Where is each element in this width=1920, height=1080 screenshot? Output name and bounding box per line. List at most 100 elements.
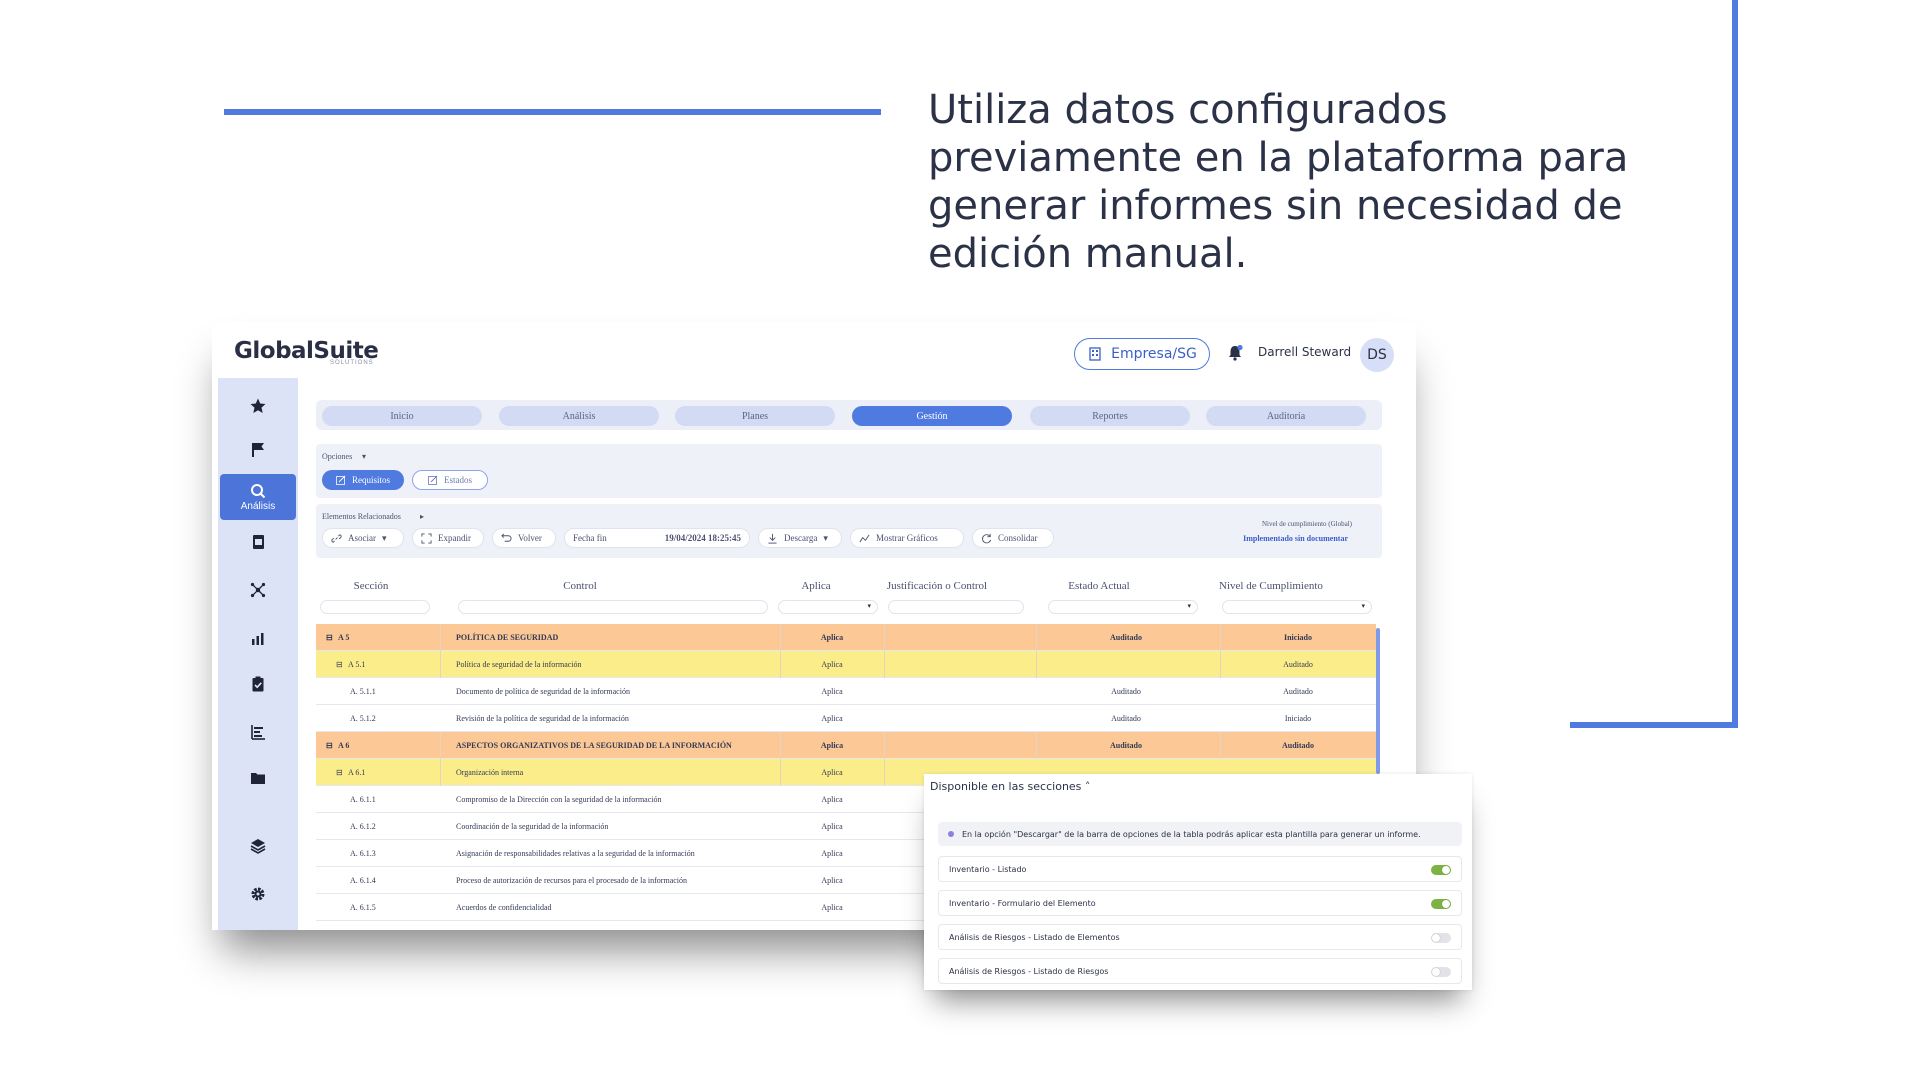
- toggle-switch[interactable]: [1431, 899, 1451, 909]
- tab-planes[interactable]: Planes: [675, 406, 835, 426]
- column-divider: [440, 624, 441, 651]
- tab-gestion[interactable]: Gestión: [852, 406, 1012, 426]
- requisitos-button[interactable]: Requisitos: [322, 470, 404, 490]
- fecha-fin-field[interactable]: Fecha fin 19/04/2024 18:25:45: [564, 528, 750, 548]
- section-item-inventario-listado: Inventario - Listado: [938, 856, 1462, 882]
- column-header-seccion[interactable]: Sección: [316, 580, 426, 592]
- sidebar-item-network[interactable]: [220, 570, 296, 610]
- sidebar-item-layers[interactable]: [220, 826, 296, 866]
- sidebar-item-documents[interactable]: [220, 522, 296, 562]
- cell-control: Revisión de la política de seguridad de …: [456, 714, 629, 723]
- descarga-button[interactable]: Descarga ▾: [758, 528, 842, 548]
- cell-seccion: A. 5.1.2: [350, 714, 376, 723]
- table-row[interactable]: A. 5.1.1 Documento de política de seguri…: [316, 678, 1376, 705]
- cell-control: Asignación de responsabilidades relativa…: [456, 849, 695, 858]
- decorative-line-left: [224, 109, 881, 115]
- filter-justificacion[interactable]: [888, 600, 1024, 614]
- table-row[interactable]: A. 5.1.2 Revisión de la política de segu…: [316, 705, 1376, 732]
- section-item-inventario-formulario: Inventario - Formulario del Elemento: [938, 890, 1462, 916]
- cell-aplica: Aplica: [820, 633, 844, 642]
- decorative-frame-vertical: [1732, 0, 1738, 728]
- popup-title[interactable]: Disponible en las secciones ˄: [930, 780, 1090, 793]
- consolidar-button[interactable]: Consolidar: [972, 528, 1054, 548]
- cell-seccion: A 5: [338, 633, 350, 642]
- cell-seccion: A. 6.1.1: [350, 795, 376, 804]
- column-header-control[interactable]: Control: [430, 580, 730, 592]
- table-scrollbar[interactable]: [1376, 628, 1380, 774]
- sidebar-item-settings[interactable]: [220, 874, 296, 914]
- cell-aplica: Aplica: [821, 822, 843, 831]
- volver-button[interactable]: Volver: [492, 528, 556, 548]
- module-tabs: Inicio Análisis Planes Gestión Reportes …: [316, 400, 1382, 430]
- sidebar: Análisis: [218, 378, 298, 930]
- tab-inicio[interactable]: Inicio: [322, 406, 482, 426]
- cell-aplica: Aplica: [821, 903, 843, 912]
- estados-button[interactable]: Estados: [412, 470, 488, 490]
- user-name[interactable]: Darrell Steward: [1258, 345, 1351, 359]
- filter-control[interactable]: [458, 600, 768, 614]
- sidebar-item-favorites[interactable]: [220, 386, 296, 426]
- section-item-label: Inventario - Listado: [949, 864, 1027, 874]
- column-header-justificacion[interactable]: Justificación o Control: [872, 580, 1002, 592]
- expand-toggle-icon[interactable]: ⊟: [336, 651, 343, 678]
- flag-icon: [252, 443, 264, 457]
- refresh-icon: [982, 533, 992, 543]
- filter-nivel-cumplimiento[interactable]: ▾: [1222, 600, 1372, 614]
- expand-toggle-icon[interactable]: ⊟: [326, 624, 333, 651]
- filter-aplica[interactable]: ▾: [778, 600, 878, 614]
- expandir-button[interactable]: Expandir: [412, 528, 484, 548]
- column-divider: [884, 759, 885, 786]
- sidebar-item-charts[interactable]: [220, 618, 296, 658]
- edit-icon: [428, 475, 438, 485]
- tab-reportes[interactable]: Reportes: [1030, 406, 1190, 426]
- column-header-estado-actual[interactable]: Estado Actual: [1026, 580, 1172, 592]
- sidebar-item-flag[interactable]: [220, 430, 296, 470]
- sidebar-item-analisis[interactable]: Análisis: [220, 474, 296, 520]
- cell-seccion: A 6: [338, 741, 350, 750]
- info-note-text: En la opción "Descargar" de la barra de …: [962, 829, 1421, 839]
- options-label[interactable]: Opciones: [322, 452, 352, 461]
- chevron-down-icon[interactable]: ▾: [362, 452, 366, 461]
- filter-seccion[interactable]: [320, 600, 430, 614]
- tab-analisis[interactable]: Análisis: [499, 406, 659, 426]
- document-icon: [253, 535, 264, 549]
- logo-subtitle: SOLUTIONS: [330, 360, 374, 366]
- chevron-right-icon[interactable]: ▸: [420, 512, 424, 521]
- table-row[interactable]: ⊟ A 5 POLÍTICA DE SEGURIDAD Aplica Audit…: [316, 624, 1376, 651]
- mostrar-graficos-label: Mostrar Gráficos: [876, 533, 938, 543]
- requisitos-label: Requisitos: [351, 475, 390, 485]
- toggle-switch[interactable]: [1431, 865, 1451, 875]
- expand-icon: [421, 532, 432, 544]
- download-icon: [768, 533, 777, 544]
- compliance-level-label: Nivel de cumplimiento (Global): [1261, 520, 1352, 528]
- sidebar-item-folder[interactable]: [220, 758, 296, 798]
- expand-toggle-icon[interactable]: ⊟: [336, 759, 343, 786]
- asociar-label: Asociar: [348, 533, 376, 543]
- cell-aplica: Aplica: [820, 741, 844, 750]
- cell-nivel: Iniciado: [1283, 633, 1312, 642]
- cell-nivel: Iniciado: [1284, 714, 1312, 723]
- table-row[interactable]: ⊟ A 5.1 Política de seguridad de la info…: [316, 651, 1376, 678]
- consolidar-label: Consolidar: [998, 533, 1038, 543]
- asociar-button[interactable]: Asociar ▾: [322, 528, 404, 548]
- toggle-switch[interactable]: [1431, 967, 1451, 977]
- mostrar-graficos-button[interactable]: Mostrar Gráficos: [850, 528, 964, 548]
- section-item-label: Inventario - Formulario del Elemento: [949, 898, 1096, 908]
- expandir-label: Expandir: [438, 533, 471, 543]
- avatar[interactable]: DS: [1360, 338, 1394, 372]
- sidebar-item-reports[interactable]: [220, 712, 296, 752]
- tab-auditoria[interactable]: Auditoría: [1206, 406, 1366, 426]
- cell-control: Documento de política de seguridad de la…: [456, 687, 630, 696]
- filter-estado-actual[interactable]: ▾: [1048, 600, 1198, 614]
- decorative-frame-horizontal: [1570, 722, 1738, 728]
- toggle-switch[interactable]: [1431, 933, 1451, 943]
- related-elements-label[interactable]: Elementos Relacionados: [322, 512, 401, 521]
- company-button[interactable]: Empresa/SG: [1074, 338, 1210, 370]
- expand-toggle-icon[interactable]: ⊟: [326, 732, 333, 759]
- bell-icon[interactable]: [1226, 344, 1244, 362]
- column-header-aplica[interactable]: Aplica: [776, 580, 856, 592]
- column-header-nivel-cumplimiento[interactable]: Nivel de Cumplimiento: [1196, 580, 1346, 592]
- table-row[interactable]: ⊟ A 6 ASPECTOS ORGANIZATIVOS DE LA SEGUR…: [316, 732, 1376, 759]
- sidebar-item-checklist[interactable]: [220, 664, 296, 704]
- toolbar-panel: Elementos Relacionados ▸ Asociar ▾ Expan…: [316, 504, 1382, 558]
